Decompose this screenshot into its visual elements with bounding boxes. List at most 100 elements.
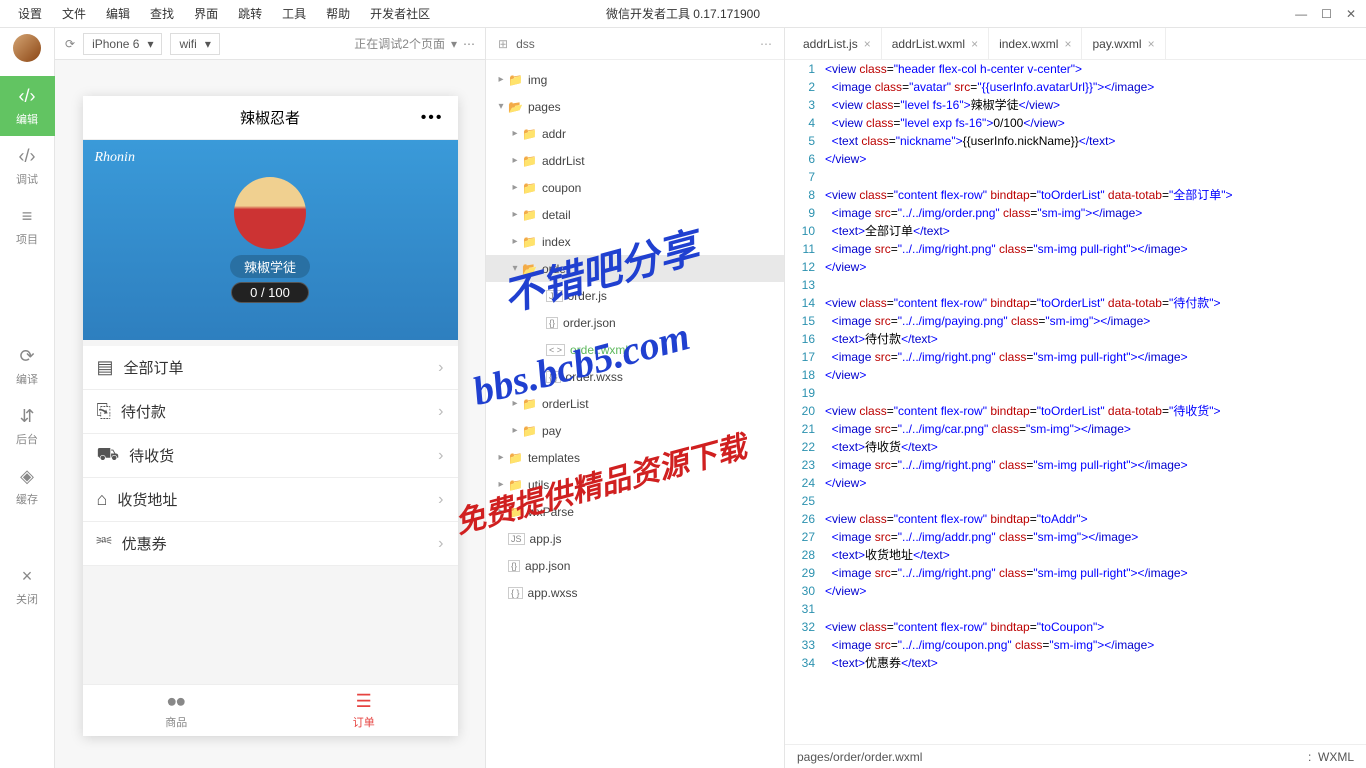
editor-tab-addrList.wxml[interactable]: addrList.wxml×	[882, 28, 989, 60]
tree-app.json[interactable]: {}app.json	[486, 552, 784, 579]
user-avatar[interactable]	[13, 34, 41, 62]
menu-item-优惠券[interactable]: ⎃优惠券›	[83, 522, 458, 566]
folder-icon: 📁	[522, 235, 537, 249]
panel-toggle-icon[interactable]: ⊞	[498, 37, 508, 51]
chevron-right-icon: ›	[438, 359, 443, 377]
tree-img[interactable]: ▸📁img	[486, 66, 784, 93]
line-number: 31	[785, 600, 825, 618]
menu-跳转[interactable]: 跳转	[228, 5, 272, 22]
folder-open-icon: 📂	[508, 100, 523, 114]
tree-wxParse[interactable]: ▸📁wxParse	[486, 498, 784, 525]
tab-icon: ☰	[356, 691, 372, 712]
close-tab-icon[interactable]: ×	[864, 37, 871, 51]
tree-addrList[interactable]: ▸📁addrList	[486, 147, 784, 174]
tree-pages[interactable]: ▾📂pages	[486, 93, 784, 120]
tab-商品[interactable]: ⦁⦁商品	[83, 685, 271, 736]
tool-icon: ◈	[20, 466, 34, 487]
tree-utils[interactable]: ▸📁utils	[486, 471, 784, 498]
refresh-icon[interactable]: ⟳	[65, 37, 75, 51]
line-number: 33	[785, 636, 825, 654]
menu-帮助[interactable]: 帮助	[316, 5, 360, 22]
minimize-icon[interactable]: —	[1295, 7, 1307, 21]
menu-item-收货地址[interactable]: ⌂收货地址›	[83, 478, 458, 522]
editor-tab-pay.wxml[interactable]: pay.wxml×	[1082, 28, 1165, 60]
file-lang: : WXML	[1308, 750, 1354, 764]
tree-coupon[interactable]: ▸📁coupon	[486, 174, 784, 201]
menu-item-待付款[interactable]: ⎘待付款›	[83, 390, 458, 434]
tree-pay[interactable]: ▸📁pay	[486, 417, 784, 444]
tree-templates[interactable]: ▸📁templates	[486, 444, 784, 471]
chevron-icon: ▸	[494, 74, 508, 85]
tree-app.js[interactable]: JSapp.js	[486, 525, 784, 552]
tab-订单[interactable]: ☰订单	[270, 685, 458, 736]
tool-关闭[interactable]: ×关闭	[0, 556, 55, 616]
editor-tab-index.wxml[interactable]: index.wxml×	[989, 28, 1082, 60]
chevron-icon: ▸	[508, 209, 522, 220]
line-number: 10	[785, 222, 825, 240]
tool-编译[interactable]: ⟳编译	[0, 336, 55, 396]
line-number: 22	[785, 438, 825, 456]
tool-后台[interactable]: ⇵后台	[0, 396, 55, 456]
tree-order.js[interactable]: JSorder.js	[486, 282, 784, 309]
chevron-icon: ▸	[494, 506, 508, 517]
device-select[interactable]: iPhone 6▾	[83, 33, 162, 55]
menubar: 设置文件编辑查找界面跳转工具帮助开发者社区 微信开发者工具 0.17.17190…	[0, 0, 1366, 28]
line-number: 18	[785, 366, 825, 384]
network-select[interactable]: wifi▾	[170, 33, 219, 55]
menu-item-待收货[interactable]: ⛟待收货›	[83, 434, 458, 478]
line-number: 15	[785, 312, 825, 330]
close-icon[interactable]: ✕	[1346, 7, 1356, 21]
line-number: 25	[785, 492, 825, 510]
tree-order.wxml[interactable]: < >order.wxml	[486, 336, 784, 363]
close-tab-icon[interactable]: ×	[1148, 37, 1155, 51]
tool-调试[interactable]: ‹/›调试	[0, 136, 55, 196]
close-tab-icon[interactable]: ×	[1064, 37, 1071, 51]
chevron-icon: ▸	[508, 236, 522, 247]
tree-order.json[interactable]: {}order.json	[486, 309, 784, 336]
chevron-icon: ▸	[494, 479, 508, 490]
editor-tab-addrList.js[interactable]: addrList.js×	[793, 28, 882, 60]
code-editor[interactable]: 1<view class="header flex-col h-center v…	[785, 60, 1366, 744]
tree-detail[interactable]: ▸📁detail	[486, 201, 784, 228]
line-number: 30	[785, 582, 825, 600]
line-number: 2	[785, 78, 825, 96]
menu-icon: ⌂	[97, 489, 108, 510]
panel-more-icon[interactable]: ⋯	[760, 37, 772, 51]
menu-工具[interactable]: 工具	[272, 5, 316, 22]
tool-项目[interactable]: ≡项目	[0, 196, 55, 256]
menu-编辑[interactable]: 编辑	[96, 5, 140, 22]
more-icon[interactable]: •••	[421, 109, 444, 127]
chevron-icon: ▸	[508, 182, 522, 193]
line-number: 27	[785, 528, 825, 546]
tree-order.wxss[interactable]: { }order.wxss	[486, 363, 784, 390]
line-number: 21	[785, 420, 825, 438]
tree-addr[interactable]: ▸📁addr	[486, 120, 784, 147]
profile-avatar	[234, 177, 306, 249]
close-tab-icon[interactable]: ×	[971, 37, 978, 51]
tool-缓存[interactable]: ◈缓存	[0, 456, 55, 516]
folder-icon: 📁	[522, 127, 537, 141]
menu-item-全部订单[interactable]: ▤全部订单›	[83, 346, 458, 390]
line-number: 19	[785, 384, 825, 402]
tree-orderList[interactable]: ▸📁orderList	[486, 390, 784, 417]
tree-index[interactable]: ▸📁index	[486, 228, 784, 255]
project-name: dss	[516, 37, 760, 51]
tool-编辑[interactable]: ‹/›编辑	[0, 76, 55, 136]
tab-icon: ⦁⦁	[167, 691, 185, 712]
folder-icon: 📁	[522, 424, 537, 438]
maximize-icon[interactable]: ☐	[1321, 7, 1332, 21]
menu-查找[interactable]: 查找	[140, 5, 184, 22]
folder-icon: 📁	[508, 478, 523, 492]
tree-app.wxss[interactable]: { }app.wxss	[486, 579, 784, 606]
menu-文件[interactable]: 文件	[52, 5, 96, 22]
menu-设置[interactable]: 设置	[8, 5, 52, 22]
debug-status[interactable]: 正在调试2个页面▾⋯	[354, 35, 475, 52]
menu-界面[interactable]: 界面	[184, 5, 228, 22]
file-explorer: ⊞ dss ⋯ ▸📁img▾📂pages▸📁addr▸📁addrList▸📁co…	[485, 28, 785, 768]
chevron-right-icon: ›	[438, 535, 443, 553]
tool-icon: ≡	[22, 206, 33, 227]
file-icon: < >	[546, 344, 565, 356]
menu-开发者社区[interactable]: 开发者社区	[360, 5, 440, 22]
line-number: 16	[785, 330, 825, 348]
tree-order[interactable]: ▾📂order	[486, 255, 784, 282]
